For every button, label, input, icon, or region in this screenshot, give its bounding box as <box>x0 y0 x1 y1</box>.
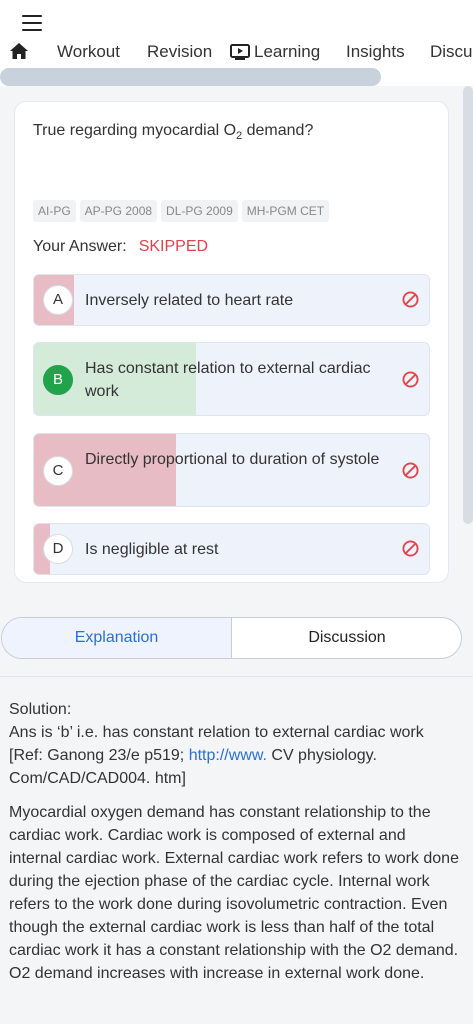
tab-discussion-partial[interactable]: Discu <box>430 42 473 62</box>
exam-tag: DL-PG 2009 <box>161 200 238 222</box>
exam-tag: MH-PGM CET <box>241 200 330 222</box>
wrong-icon <box>402 540 419 557</box>
exam-tag: AI-PG <box>33 200 76 222</box>
menu-icon[interactable] <box>22 15 42 31</box>
option-text: Directly proportional to duration of sys… <box>85 451 380 468</box>
option-letter: C <box>43 456 73 486</box>
tab-explanation[interactable]: Explanation <box>2 618 232 658</box>
option-text: Inversely related to heart rate <box>85 292 294 309</box>
play-screen-icon <box>230 44 250 60</box>
option-text: Has constant relation to external cardia… <box>85 360 371 400</box>
option-text: Is negligible at rest <box>85 541 219 558</box>
answer-status: SKIPPED <box>138 238 209 255</box>
option-letter: A <box>43 285 73 315</box>
solution-answer: Ans is ‘b’ i.e. has constant relation to… <box>9 724 424 787</box>
tab-discussion[interactable]: Discussion <box>232 618 461 658</box>
home-icon[interactable] <box>9 41 29 61</box>
tabs-scrollbar[interactable] <box>0 68 381 86</box>
question-card: True regarding myocardial O2 demand? AI-… <box>14 101 449 583</box>
exam-tag: AP-PG 2008 <box>79 200 158 222</box>
exam-tags: AI-PG AP-PG 2008 DL-PG 2009 MH-PGM CET <box>33 200 333 222</box>
your-answer: Your Answer: SKIPPED <box>33 238 209 255</box>
reference-link[interactable]: http://www. <box>189 747 267 764</box>
page-scrollbar[interactable] <box>463 86 473 524</box>
option-letter: B <box>43 365 73 395</box>
tab-workout[interactable]: Workout <box>57 42 120 62</box>
option-d[interactable]: D Is negligible at rest <box>33 523 430 575</box>
option-b[interactable]: B Has constant relation to external card… <box>33 342 430 416</box>
tab-learning[interactable]: Learning <box>230 42 320 62</box>
divider <box>0 676 473 677</box>
explanation-discussion-toggle: Explanation Discussion <box>1 617 462 659</box>
wrong-icon <box>402 291 419 308</box>
solution-heading: Solution: <box>9 701 72 718</box>
wrong-icon <box>402 462 419 479</box>
option-letter: D <box>43 534 73 564</box>
nav-tabs: Workout Revision Learning Insights Discu <box>0 38 473 68</box>
question-text: True regarding myocardial O2 demand? <box>33 122 314 143</box>
tab-revision[interactable]: Revision <box>147 42 212 62</box>
wrong-icon <box>402 371 419 388</box>
tab-insights[interactable]: Insights <box>346 42 405 62</box>
solution-block: Solution: Ans is ‘b’ i.e. has constant r… <box>9 698 459 790</box>
option-a[interactable]: A Inversely related to heart rate <box>33 274 430 326</box>
explanation-paragraph: Myocardial oxygen demand has constant re… <box>9 804 459 982</box>
tab-learning-label: Learning <box>254 42 321 61</box>
top-bar: Workout Revision Learning Insights Discu <box>0 0 473 86</box>
option-c[interactable]: C Directly proportional to duration of s… <box>33 433 430 507</box>
